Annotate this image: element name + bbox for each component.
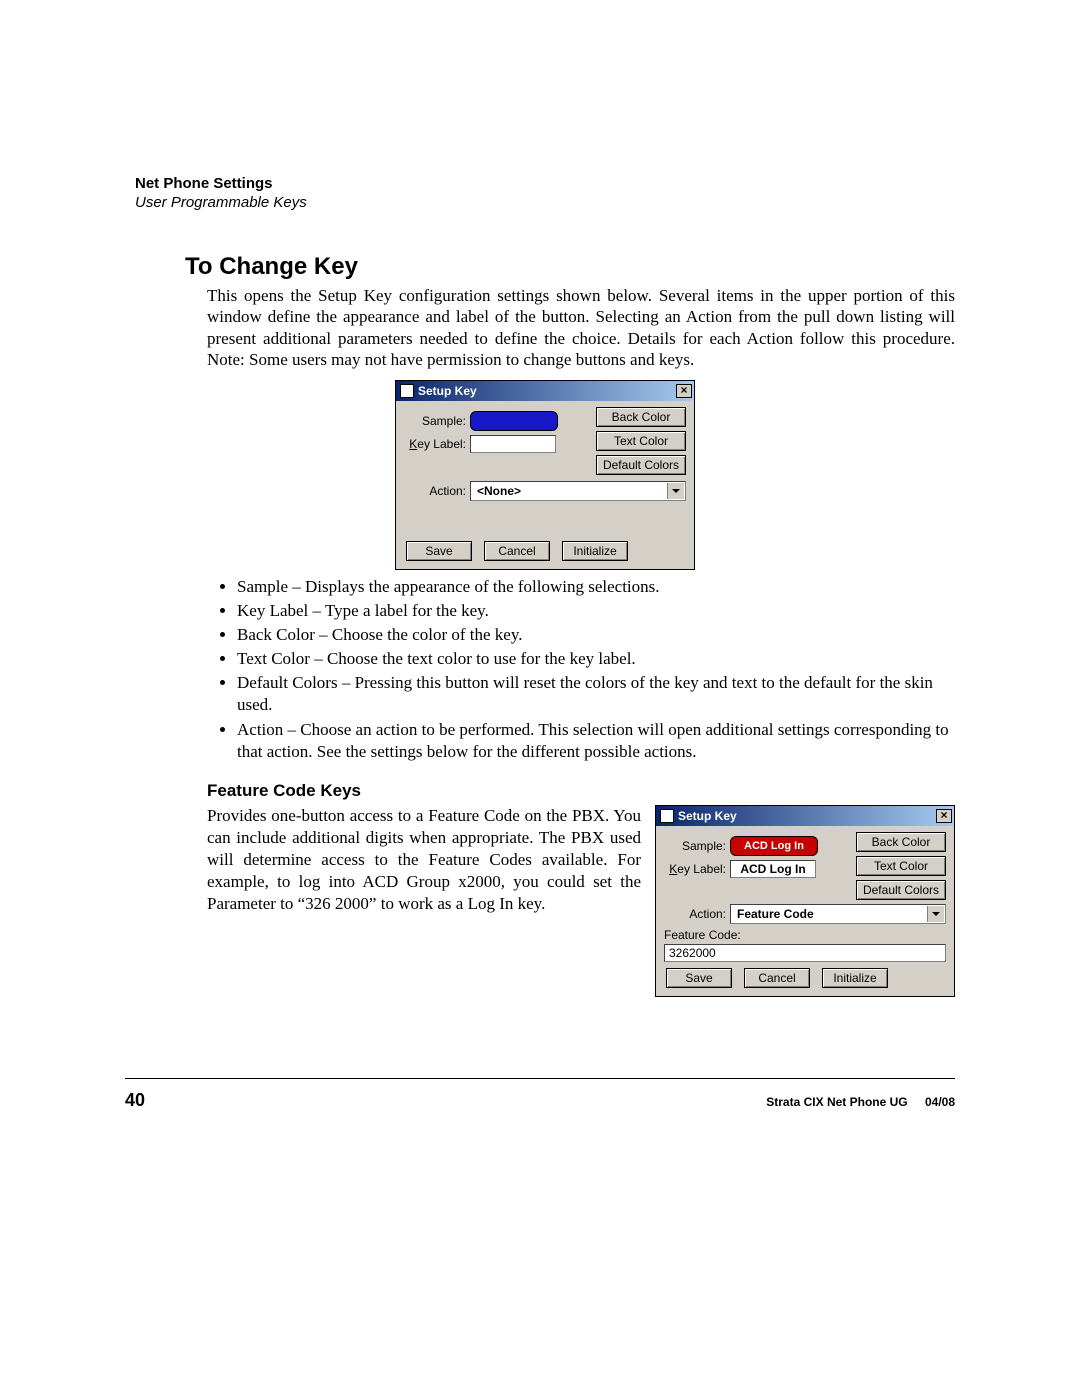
bullet-list: Sample – Displays the appearance of the … (207, 576, 955, 763)
keylabel-label: Key Label: (404, 437, 470, 451)
close-icon[interactable]: × (936, 809, 952, 823)
list-item: Sample – Displays the appearance of the … (237, 576, 955, 598)
window-icon (400, 384, 414, 398)
setup-key-dialog-1: Setup Key × Sample: Key Label: Back Col (395, 380, 695, 570)
default-colors-button[interactable]: Default Colors (856, 880, 946, 900)
text-color-button[interactable]: Text Color (856, 856, 946, 876)
page-header-subtitle: User Programmable Keys (135, 194, 955, 211)
default-colors-button[interactable]: Default Colors (596, 455, 686, 475)
window-icon (660, 809, 674, 823)
chevron-down-icon[interactable] (667, 483, 684, 499)
footer-doc-title: Strata CIX Net Phone UG (766, 1095, 907, 1109)
feature-text: Provides one-button access to a Feature … (207, 805, 641, 915)
list-item: Text Color – Choose the text color to us… (237, 648, 955, 670)
save-button[interactable]: Save (406, 541, 472, 561)
dialog-title: Setup Key (418, 384, 477, 398)
list-item: Default Colors – Pressing this button wi… (237, 672, 955, 716)
dialog-titlebar[interactable]: Setup Key × (656, 806, 954, 826)
page-number: 40 (125, 1090, 145, 1111)
section-intro: This opens the Setup Key configuration s… (207, 285, 955, 370)
sample-text: ACD Log In (744, 840, 804, 852)
back-color-button[interactable]: Back Color (596, 407, 686, 427)
footer-rule (125, 1078, 955, 1079)
back-color-button[interactable]: Back Color (856, 832, 946, 852)
keylabel-input[interactable]: ACD Log In (730, 860, 816, 878)
initialize-button[interactable]: Initialize (822, 968, 888, 988)
setup-key-dialog-2: Setup Key × Sample: ACD Log In Key L (655, 805, 955, 997)
feature-code-label: Feature Code: (664, 928, 946, 942)
list-item: Key Label – Type a label for the key. (237, 600, 955, 622)
sample-label: Sample: (664, 839, 730, 853)
initialize-button[interactable]: Initialize (562, 541, 628, 561)
action-label: Action: (664, 907, 730, 921)
action-value: Feature Code (737, 907, 814, 921)
list-item: Back Color – Choose the color of the key… (237, 624, 955, 646)
list-item: Action – Choose an action to be performe… (237, 719, 955, 763)
footer-right: Strata CIX Net Phone UG 04/08 (766, 1095, 955, 1109)
page-header-title: Net Phone Settings (135, 175, 955, 192)
sample-swatch: ACD Log In (730, 836, 818, 856)
feature-heading: Feature Code Keys (207, 781, 955, 801)
save-button[interactable]: Save (666, 968, 732, 988)
dialog-titlebar[interactable]: Setup Key × (396, 381, 694, 401)
feature-code-input[interactable]: 3262000 (664, 944, 946, 962)
action-value: <None> (477, 484, 521, 498)
chevron-down-icon[interactable] (927, 906, 944, 922)
feature-code-value: 3262000 (669, 946, 716, 960)
dialog-title: Setup Key (678, 809, 737, 823)
keylabel-label: Key Label: (664, 862, 730, 876)
close-icon[interactable]: × (676, 384, 692, 398)
action-select[interactable]: Feature Code (730, 904, 946, 924)
cancel-button[interactable]: Cancel (744, 968, 810, 988)
section-heading: To Change Key (185, 253, 955, 281)
action-select[interactable]: <None> (470, 481, 686, 501)
cancel-button[interactable]: Cancel (484, 541, 550, 561)
action-label: Action: (404, 484, 470, 498)
sample-swatch (470, 411, 558, 431)
text-color-button[interactable]: Text Color (596, 431, 686, 451)
footer-date: 04/08 (925, 1095, 955, 1109)
sample-label: Sample: (404, 414, 470, 428)
keylabel-input[interactable] (470, 435, 556, 453)
